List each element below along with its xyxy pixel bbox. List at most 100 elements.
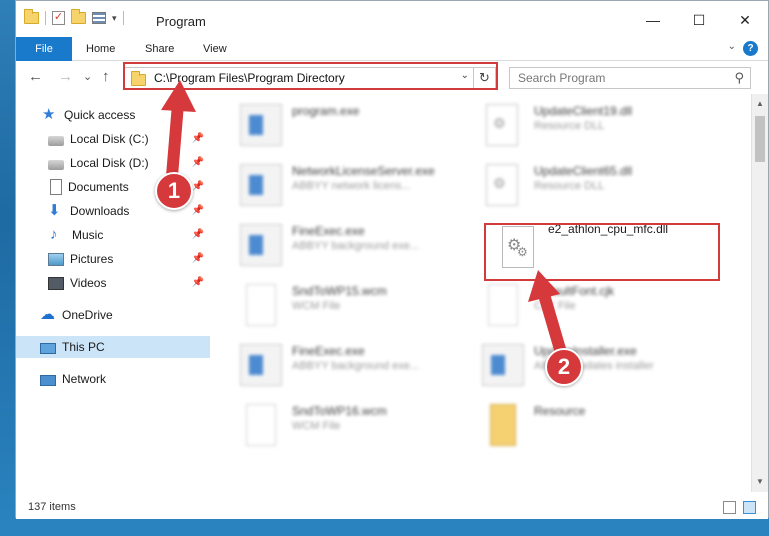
file-name: UpdateClient65.dll [534, 164, 633, 178]
file-description: WCM File [292, 300, 341, 312]
window-title: Program [156, 14, 206, 29]
pin-icon[interactable]: 📌 [192, 229, 204, 240]
pin-icon[interactable]: 📌 [192, 253, 204, 264]
tab-file[interactable]: File [16, 37, 72, 61]
tab-share[interactable]: Share [135, 37, 184, 61]
disk-icon [48, 159, 64, 170]
search-icon[interactable]: ⚲ [734, 70, 744, 86]
file-name: FineExec.exe [292, 344, 365, 358]
view-properties-icon[interactable] [92, 12, 106, 24]
file-item[interactable]: ⚙ UpdateClient19.dll Resource DLL [466, 96, 706, 154]
help-icon[interactable]: ? [743, 41, 758, 56]
status-bar: 137 items [16, 497, 768, 519]
folder-item[interactable]: Resource [466, 396, 706, 454]
file-name: DefaultFont.cjk [534, 284, 615, 298]
sidebar-item-label: This PC [62, 340, 105, 354]
file-item[interactable]: FineExec.exe ABBYY background exe... [224, 216, 464, 274]
exe-file-icon [240, 104, 282, 146]
details-view-icon[interactable] [723, 501, 736, 514]
address-highlight-box [123, 62, 498, 90]
sidebar-item-label: Local Disk (C:) [70, 132, 149, 146]
sidebar-item-quick-access[interactable]: ★ Quick access [16, 104, 210, 126]
exe-file-icon [482, 344, 524, 386]
sidebar-item-videos[interactable]: Videos 📌 [16, 272, 210, 294]
file-name: program.exe [292, 104, 360, 118]
file-description: ABBYY background exe... [292, 240, 419, 252]
file-item[interactable]: SndToWP15.wcm WCM File [224, 276, 464, 334]
tab-home[interactable]: Home [76, 37, 125, 61]
file-item[interactable]: FineExec.exe ABBYY background exe... [224, 336, 464, 394]
exe-file-icon [240, 224, 282, 266]
pin-icon[interactable]: 📌 [192, 277, 204, 288]
search-input[interactable]: Search Program [518, 71, 605, 85]
file-name: Resource [534, 404, 586, 418]
file-item[interactable]: DefaultFont.cjk CJK File [466, 276, 706, 334]
folder-icon [490, 404, 516, 446]
maximize-button[interactable]: ☐ [676, 1, 722, 39]
file-name: SndToWP15.wcm [292, 284, 387, 298]
video-icon [48, 276, 64, 290]
minimize-button[interactable]: — [630, 1, 676, 39]
file-item[interactable]: UpdateInstaller.exe ABBYY updates instal… [466, 336, 706, 394]
file-item[interactable]: program.exe [224, 96, 464, 154]
file-item[interactable]: SndToWP16.wcm WCM File [224, 396, 464, 454]
sidebar-item-label: Videos [70, 276, 107, 290]
toolbar-separator [45, 11, 46, 25]
scroll-up-arrow-icon[interactable]: ▲ [752, 96, 768, 112]
pin-icon[interactable]: 📌 [192, 181, 204, 192]
up-button[interactable]: ↑ [102, 68, 110, 85]
sidebar-item-music[interactable]: ♪ Music 📌 [16, 224, 210, 246]
file-name: NetworkLicenseServer.exe [292, 164, 435, 178]
ribbon-expand-chevron-icon[interactable]: ⌄ [728, 41, 736, 52]
file-name: FineExec.exe [292, 224, 365, 238]
sidebar-item-local-disk-d[interactable]: Local Disk (D:) 📌 [16, 152, 210, 174]
star-icon: ★ [42, 106, 56, 123]
navigation-pane: ★ Quick access Local Disk (C:) 📌 Local D… [16, 94, 210, 492]
close-button[interactable]: ✕ [722, 1, 768, 39]
document-icon [50, 179, 62, 195]
properties-check-icon[interactable]: ✓ [52, 11, 65, 25]
file-list: program.exe ⚙ UpdateClient19.dll Resourc… [224, 94, 746, 492]
scrollbar-thumb[interactable] [755, 116, 765, 162]
window-controls: — ☐ ✕ [630, 1, 768, 39]
file-description: Resource DLL [534, 180, 605, 192]
file-description: WCM File [292, 420, 341, 432]
search-box[interactable]: Search Program ⚲ [509, 67, 751, 89]
sidebar-item-label: Downloads [70, 204, 130, 218]
cjk-file-icon [488, 284, 518, 326]
disk-icon [48, 135, 64, 146]
cloud-icon: ☁ [40, 306, 55, 323]
pin-icon[interactable]: 📌 [192, 157, 204, 168]
folder-icon [24, 9, 39, 24]
file-item[interactable]: ⚙ UpdateClient65.dll Resource DLL [466, 156, 706, 214]
new-folder-icon[interactable] [71, 9, 86, 24]
customize-toolbar-chevron-icon[interactable]: ▾ [112, 13, 117, 24]
network-icon [40, 374, 56, 386]
sidebar-item-onedrive[interactable]: ☁ OneDrive [16, 304, 210, 326]
sidebar-item-local-disk-c[interactable]: Local Disk (C:) 📌 [16, 128, 210, 150]
explorer-window: ✓ ▾ Program — ☐ ✕ File Home Share View ⌄… [15, 0, 769, 519]
recent-locations-chevron-icon[interactable]: ⌄ [83, 70, 92, 83]
back-button[interactable]: ← [28, 68, 43, 85]
forward-button[interactable]: → [58, 68, 73, 85]
vertical-scrollbar[interactable]: ▲ ▼ [751, 94, 768, 492]
sidebar-item-network[interactable]: Network [16, 368, 210, 390]
file-item[interactable]: NetworkLicenseServer.exe ABBYY network l… [224, 156, 464, 214]
sidebar-item-this-pc[interactable]: This PC [16, 336, 210, 358]
picture-icon [48, 252, 64, 266]
file-description: ABBYY network licens... [292, 180, 411, 192]
scroll-down-arrow-icon[interactable]: ▼ [752, 474, 768, 490]
pin-icon[interactable]: 📌 [192, 205, 204, 216]
wcm-file-icon [246, 284, 276, 326]
exe-file-icon [240, 344, 282, 386]
pin-icon[interactable]: 📌 [192, 133, 204, 144]
tab-view[interactable]: View [193, 37, 237, 61]
sidebar-item-label: Music [72, 228, 104, 242]
item-count: 137 items [28, 501, 76, 513]
download-icon: ⬇ [48, 202, 61, 219]
computer-icon [40, 342, 56, 354]
large-icons-view-icon[interactable] [743, 501, 756, 514]
ribbon-tabs: File Home Share View ⌄ ? [16, 37, 768, 61]
toolbar-separator [122, 11, 124, 25]
sidebar-item-pictures[interactable]: Pictures 📌 [16, 248, 210, 270]
